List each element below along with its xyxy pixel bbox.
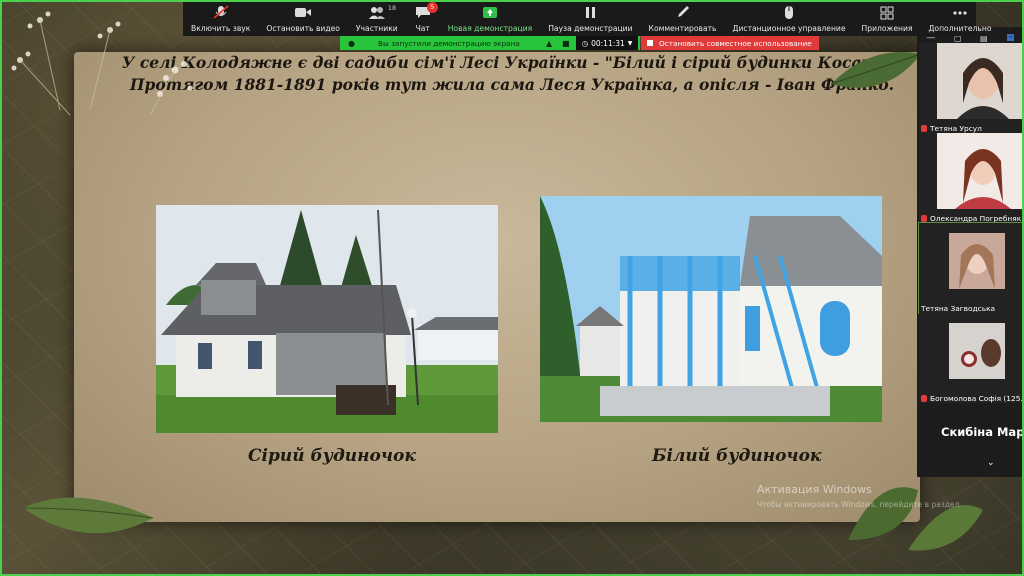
new-share-label: Новая демонстрация xyxy=(447,24,533,33)
participants-icon: 18 xyxy=(368,4,396,20)
participant-tile[interactable]: Тетяна Загводська xyxy=(918,222,1024,314)
photo-white-house xyxy=(540,196,882,422)
participant-tile[interactable]: Богомолова Софія (125... xyxy=(919,313,1024,403)
annotate-pencil-icon xyxy=(674,5,692,20)
participant-video xyxy=(937,43,1023,119)
chevron-down-icon[interactable]: ⌄ xyxy=(987,458,995,468)
new-share-button[interactable]: Новая демонстрация xyxy=(440,0,540,36)
participant-tile[interactable]: Тетяна Урсул xyxy=(919,43,1024,133)
clock-icon: ◷ xyxy=(581,38,589,48)
chat-badge: 5 xyxy=(426,2,438,13)
stop-share-button[interactable]: Остановить совместное использование xyxy=(641,36,819,50)
participant-photo xyxy=(949,233,1005,289)
caption-grey-house: Сірий будиночок xyxy=(248,446,416,466)
mic-muted-icon xyxy=(921,125,927,132)
participant-photo xyxy=(949,323,1005,379)
leaf-bottom-left xyxy=(22,497,154,534)
annotate-button[interactable]: Комментировать xyxy=(641,0,725,36)
more-label: Дополнительно xyxy=(928,24,992,33)
more-dots-icon xyxy=(951,5,969,20)
video-camera-icon xyxy=(294,5,312,20)
remote-control-button[interactable]: Дистанционное управление xyxy=(725,0,854,36)
stop-square-icon xyxy=(647,40,653,46)
participant-video xyxy=(937,133,1023,209)
caption-white-house: Білий будиночок xyxy=(652,446,822,466)
share-timer[interactable]: ◷ 00:11:31 ▼ xyxy=(576,36,638,50)
pause-share-button[interactable]: Пауза демонстрации xyxy=(540,0,640,36)
remote-control-label: Дистанционное управление xyxy=(732,24,846,33)
participants-count: 18 xyxy=(387,4,397,12)
share-status-text: Вы запустили демонстрацию экрана xyxy=(378,38,520,48)
chat-label: Чат xyxy=(415,24,430,33)
share-pin-icon: ▲ xyxy=(546,38,553,48)
stop-share-label: Остановить совместное использование xyxy=(659,38,812,48)
stop-video-label: Остановить видео xyxy=(266,24,340,33)
meeting-toolbar: Включить звук Остановить видео 18 Участн… xyxy=(183,0,991,36)
annotate-label: Комментировать xyxy=(648,24,717,33)
mic-muted-icon xyxy=(921,395,927,402)
pause-icon xyxy=(581,5,599,20)
windows-activation-text: Чтобы активировать Windows, перейдите в … xyxy=(757,500,960,509)
share-security-icon: ■ xyxy=(562,38,570,48)
apps-icon xyxy=(878,5,896,20)
chevron-down-icon: ▼ xyxy=(627,39,633,47)
leaf-top-right xyxy=(830,52,922,88)
unmute-button[interactable]: Включить звук xyxy=(183,0,258,36)
chat-icon: 5 xyxy=(414,2,438,20)
share-screen-icon xyxy=(481,5,499,20)
participant-tile[interactable]: Олександра Погребняк xyxy=(919,133,1024,223)
participant-name: Олександра Погребняк xyxy=(921,214,1021,223)
photo-grey-house xyxy=(156,205,498,433)
more-button[interactable]: Дополнительно xyxy=(921,0,1000,36)
participants-video-panel: — ▢ ▤ ▦ Тетяна Урсул Олександра Погребня… xyxy=(917,27,1024,477)
mic-muted-icon xyxy=(921,215,927,222)
mic-muted-icon xyxy=(212,5,230,20)
participant-name: Тетяна Урсул xyxy=(921,124,982,133)
view-grid-icon[interactable]: ▦ xyxy=(1006,33,1015,43)
participants-label: Участники xyxy=(355,24,398,33)
participant-name: Богомолова Софія (125... xyxy=(921,394,1024,403)
unmute-label: Включить звук xyxy=(191,24,251,33)
timer-value: 00:11:31 xyxy=(591,38,625,48)
pause-share-label: Пауза демонстрации xyxy=(548,24,633,33)
participants-button[interactable]: 18 Участники xyxy=(348,0,406,36)
share-shield-icon: ● xyxy=(348,38,355,48)
participant-name: Тетяна Загводська xyxy=(921,304,996,313)
apps-label: Приложения xyxy=(861,24,913,33)
windows-activation-title: Активация Windows xyxy=(757,483,872,496)
apps-button[interactable]: Приложения xyxy=(854,0,921,36)
stop-video-button[interactable]: Остановить видео xyxy=(258,0,348,36)
remote-control-icon xyxy=(780,5,798,20)
active-speaker-name: Скибіна Мар xyxy=(941,425,1024,439)
chat-button[interactable]: 5 Чат xyxy=(406,0,440,36)
